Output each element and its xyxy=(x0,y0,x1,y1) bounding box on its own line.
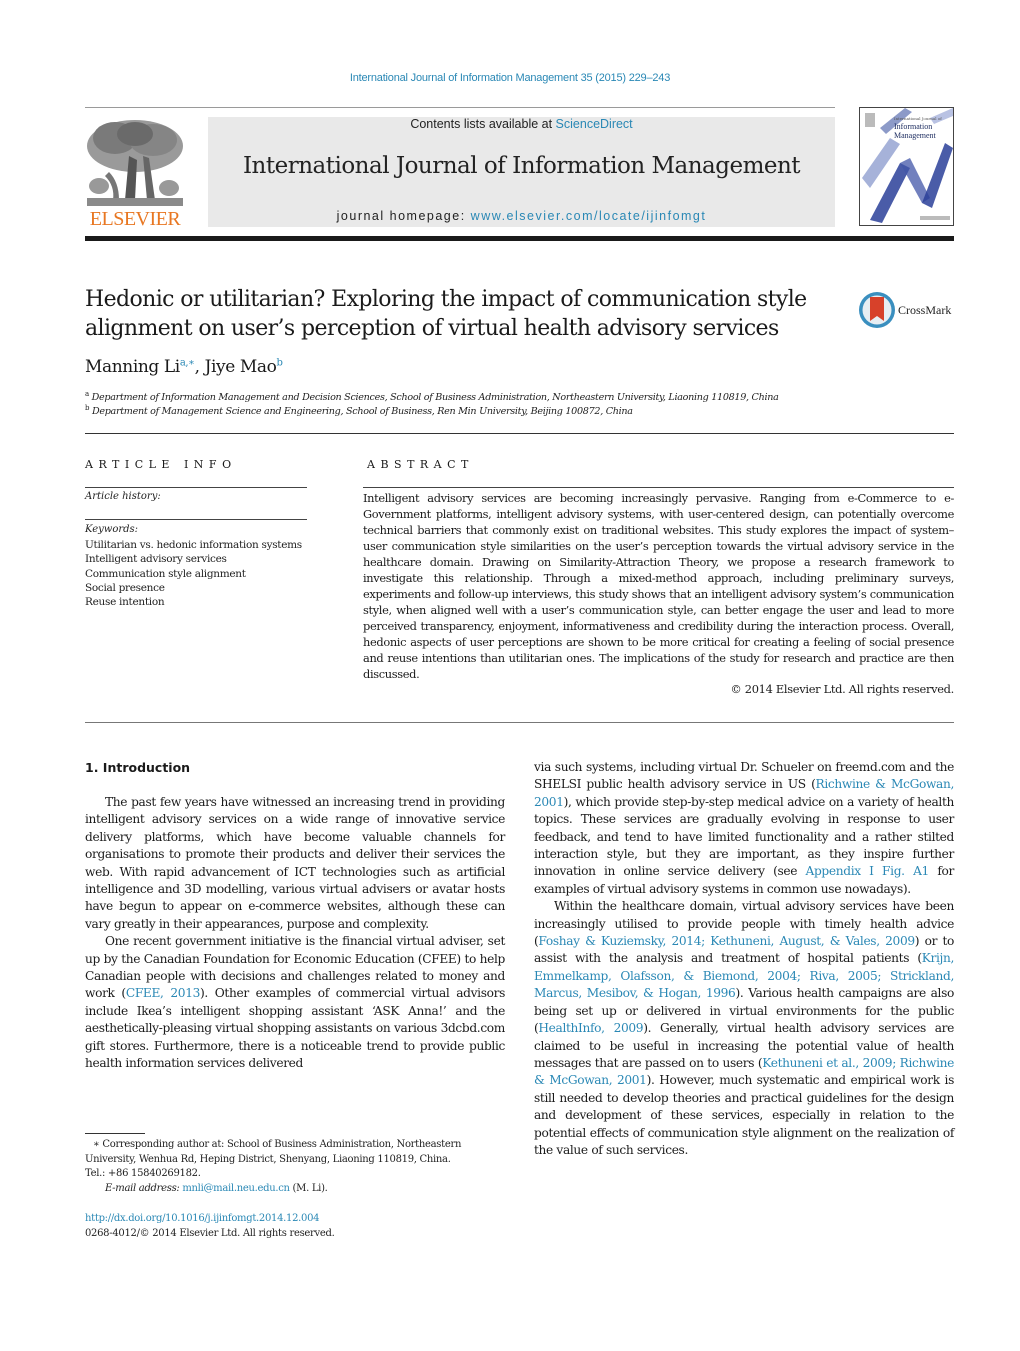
keyword[interactable]: Utilitarian vs. hedonic information syst… xyxy=(85,538,315,552)
section-heading-introduction: 1. Introduction xyxy=(85,760,191,775)
journal-masthead: Contents lists available at ScienceDirec… xyxy=(208,117,835,227)
issn-copyright: 0268-4012/© 2014 Elsevier Ltd. All right… xyxy=(85,1228,335,1239)
cover-title: Information Management xyxy=(894,122,936,140)
sciencedirect-link[interactable]: ScienceDirect xyxy=(556,117,633,131)
cover-title-line: Information xyxy=(894,122,933,131)
article-info-heading: ARTICLE INFO xyxy=(85,458,237,471)
author-name[interactable]: Manning Li xyxy=(85,357,180,377)
author-list: Manning Lia,∗, Jiye Maob xyxy=(85,357,283,377)
citation-link[interactable]: Foshay & Kuziemsky, 2014; Kethuneni, Aug… xyxy=(538,934,915,948)
paragraph: One recent government initiative is the … xyxy=(85,933,505,1072)
affiliation-b: b Department of Management Science and E… xyxy=(85,404,633,417)
footnote-email-line: E-mail address: mnli@mail.neu.edu.cn (M.… xyxy=(85,1182,505,1197)
affiliation-mark: b xyxy=(85,404,90,412)
cover-subtitle: International Journal of xyxy=(894,116,942,121)
footnote-address: ∗ Corresponding author at: School of Bus… xyxy=(85,1139,462,1165)
appendix-link[interactable]: Appendix I Fig. A1 xyxy=(806,864,930,878)
keyword[interactable]: Intelligent advisory services xyxy=(85,552,315,566)
affiliation-a: a Department of Information Management a… xyxy=(85,390,779,403)
corresponding-author-footnote: ∗ Corresponding author at: School of Bus… xyxy=(85,1138,505,1196)
masthead-thick-rule xyxy=(85,236,954,241)
crossmark-icon xyxy=(859,292,895,328)
affiliation-text: Department of Management Science and Eng… xyxy=(91,406,633,418)
header-rule xyxy=(85,107,835,108)
journal-title: International Journal of Information Man… xyxy=(242,153,801,179)
article-history-label: Article history: xyxy=(85,491,161,502)
author-affiliation-mark[interactable]: b xyxy=(277,357,283,368)
citation-link[interactable]: CFEE, 2013 xyxy=(126,986,201,1000)
body-column-right: via such systems, including virtual Dr. … xyxy=(534,759,954,1159)
author-name[interactable]: Jiye Mao xyxy=(205,357,277,377)
body-column-left: The past few years have witnessed an inc… xyxy=(85,794,505,1073)
elsevier-tree-icon xyxy=(85,116,185,208)
footnote-rule xyxy=(85,1133,145,1134)
keyword[interactable]: Communication style alignment xyxy=(85,567,315,581)
footnote-phone: Tel.: +86 15840269182. xyxy=(85,1168,201,1179)
journal-cover-thumbnail[interactable]: International Journal of Information Man… xyxy=(859,107,954,226)
author-affiliation-mark[interactable]: a,∗ xyxy=(180,357,195,368)
homepage-link[interactable]: www.elsevier.com/locate/ijinfomgt xyxy=(471,209,707,223)
citation-link[interactable]: HealthInfo, 2009 xyxy=(538,1021,643,1035)
abstract-rule xyxy=(363,487,954,488)
paragraph: via such systems, including virtual Dr. … xyxy=(534,759,954,898)
email-suffix: (M. Li). xyxy=(289,1182,328,1194)
elsevier-wordmark: ELSEVIER xyxy=(89,208,181,230)
homepage-line: journal homepage: www.elsevier.com/locat… xyxy=(208,209,835,223)
contents-prefix: Contents lists available at xyxy=(410,117,556,131)
affiliation-rule xyxy=(85,433,954,434)
keyword[interactable]: Reuse intention xyxy=(85,595,315,609)
crossmark-label: CrossMark xyxy=(898,303,952,317)
keyword[interactable]: Social presence xyxy=(85,581,315,595)
email-label: E-mail address: xyxy=(105,1182,183,1194)
doi-link[interactable]: http://dx.doi.org/10.1016/j.ijinfomgt.20… xyxy=(85,1211,334,1226)
keywords-list: Utilitarian vs. hedonic information syst… xyxy=(85,538,315,609)
author-separator: , xyxy=(194,357,205,377)
abstract-text: Intelligent advisory services are becomi… xyxy=(363,491,954,681)
article-info-rule xyxy=(85,487,307,488)
email-link[interactable]: mnli@mail.neu.edu.cn xyxy=(182,1183,290,1194)
contents-line: Contents lists available at ScienceDirec… xyxy=(208,117,835,131)
paragraph: The past few years have witnessed an inc… xyxy=(85,795,505,931)
abstract-heading: ABSTRACT xyxy=(367,458,474,471)
abstract-copyright: © 2014 Elsevier Ltd. All rights reserved… xyxy=(730,682,954,696)
abstract-bottom-rule xyxy=(85,722,954,723)
homepage-prefix: journal homepage: xyxy=(336,209,471,223)
keywords-rule xyxy=(85,519,307,520)
journal-reference-link[interactable]: International Journal of Information Man… xyxy=(0,72,1020,84)
doi-block: http://dx.doi.org/10.1016/j.ijinfomgt.20… xyxy=(85,1211,335,1241)
crossmark-button[interactable]: CrossMark xyxy=(858,291,958,329)
article-title: Hedonic or utilitarian? Exploring the im… xyxy=(85,287,807,341)
affiliation-text: Department of Information Management and… xyxy=(91,392,779,404)
affiliation-mark: a xyxy=(85,390,89,398)
keywords-label: Keywords: xyxy=(85,524,139,535)
paragraph: Within the healthcare domain, virtual ad… xyxy=(534,898,954,1159)
elsevier-logo[interactable]: ELSEVIER xyxy=(85,116,185,230)
cover-publisher-mark xyxy=(865,113,875,127)
cover-title-line: Management xyxy=(894,131,936,140)
